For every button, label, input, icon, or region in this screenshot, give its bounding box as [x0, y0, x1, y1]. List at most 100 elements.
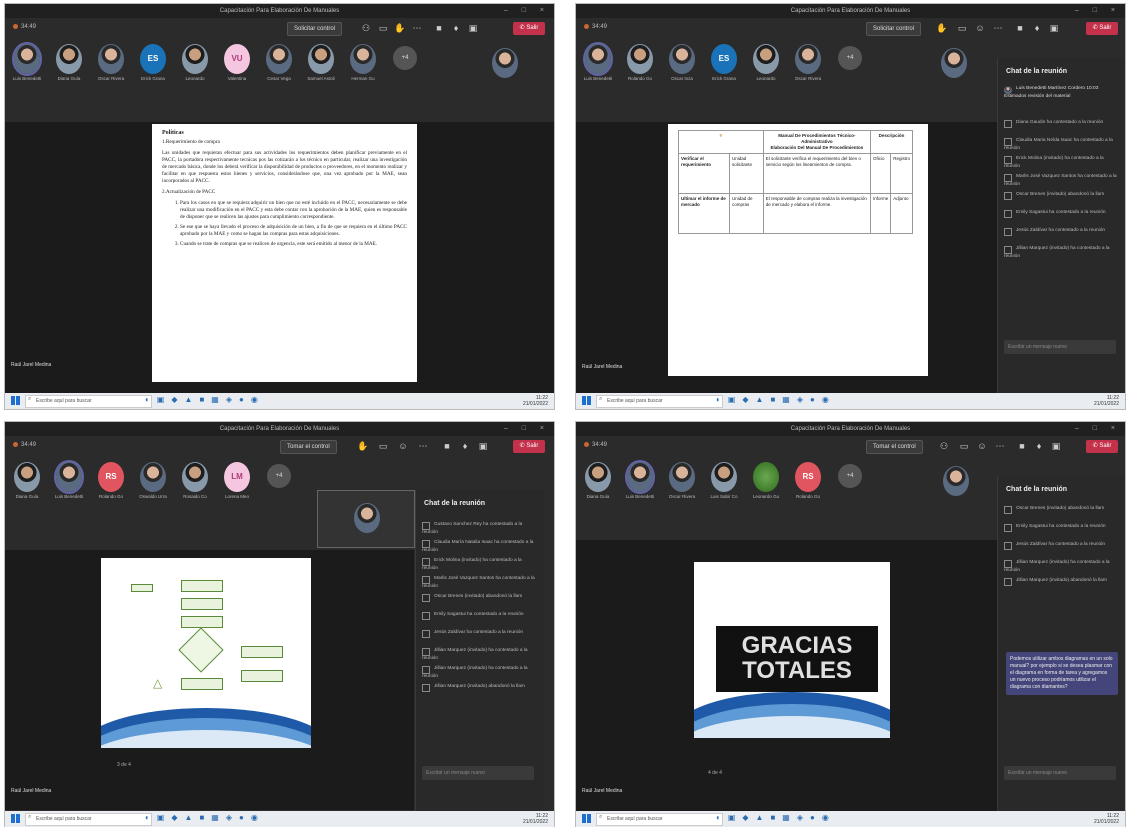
participant-tile[interactable]: Cesar Vega [259, 42, 299, 88]
chat-message-input[interactable]: Escribir un mensaje nuevo [422, 766, 534, 780]
chat-event: Emily Sagastui ha contestado a la reunió… [1004, 210, 1118, 218]
mic-icon[interactable]: ♦ [450, 23, 462, 33]
taskbar-apps[interactable]: ◐▣◆▲■▦◈●◉ [145, 395, 265, 404]
chat-icon[interactable]: ▭ [377, 441, 389, 452]
participant-tile[interactable]: Samuel Astoli [301, 42, 341, 88]
more-icon[interactable]: ⋯ [411, 23, 423, 34]
taskbar: Escribe aquí para buscar ⌕ ◐▣◆▲■▦◈●◉ 11:… [5, 393, 554, 409]
participant-tile[interactable]: Luis Benedetti [49, 460, 89, 506]
table-cell: Registro [890, 153, 913, 194]
more-icon[interactable]: ⋯ [994, 441, 1006, 452]
leave-button[interactable]: ✆ Salir [1086, 440, 1118, 453]
taskbar-search-input[interactable]: Escribe aquí para buscar [596, 813, 723, 826]
participant-tile[interactable]: Leonardo [746, 42, 786, 88]
request-control-button[interactable]: Solicitar control [866, 22, 922, 36]
chat-message-input[interactable]: Escribir un mensaje nuevo [1004, 340, 1116, 354]
reactions-icon[interactable]: ☺ [976, 441, 988, 451]
windows-start-icon[interactable] [11, 396, 20, 405]
share-icon[interactable]: ▣ [1048, 23, 1060, 34]
taskbar-search-input[interactable]: Escribe aquí para buscar [25, 395, 152, 408]
chat-event: Jesús Zaldívar ha contestado a la reunió… [1004, 228, 1118, 236]
more-participants-button[interactable]: +4 [267, 464, 291, 488]
clock[interactable]: 11:22 21/01/2022 [1094, 813, 1119, 825]
leave-button[interactable]: ✆ Salir [513, 440, 545, 453]
participant-tile[interactable]: Diana Guía [49, 42, 89, 88]
raise-hand-icon[interactable]: ✋ [936, 23, 948, 34]
participant-tile[interactable]: Oswaldo Urra [133, 460, 173, 506]
window-controls[interactable]: – □ × [504, 422, 550, 436]
window-controls[interactable]: – □ × [1075, 422, 1121, 436]
chat-message-input[interactable]: Escribir un mensaje nuevo [1004, 766, 1116, 780]
participant-tile[interactable]: Rosaido Co [175, 460, 215, 506]
windows-start-icon[interactable] [582, 396, 591, 405]
more-participants-button[interactable]: +4 [838, 46, 862, 70]
taskbar-apps[interactable]: ◐▣◆▲■▦◈●◉ [145, 813, 265, 822]
avatar [308, 44, 334, 74]
participant-tile[interactable]: Leonardo [175, 42, 215, 88]
participant-tile[interactable]: Rolando Go [620, 42, 660, 88]
people-icon[interactable]: ⚇ [938, 441, 950, 452]
more-icon[interactable]: ⋯ [417, 441, 429, 452]
chat-icon[interactable]: ▭ [956, 23, 968, 34]
participant-tile[interactable]: Oscar Rivera [788, 42, 828, 88]
request-control-button[interactable]: Solicitar control [287, 22, 343, 36]
participant-tile[interactable]: Luis Sabir Co [704, 460, 744, 506]
participant-tile[interactable]: Diana Guía [7, 460, 47, 506]
participant-tile[interactable]: LM Lorena Meo [217, 460, 257, 506]
taskbar-apps[interactable]: ◐▣◆▲■▦◈●◉ [716, 813, 836, 822]
reactions-icon[interactable]: ☺ [397, 441, 409, 451]
participant-tile[interactable]: Luis Benedetti [7, 42, 47, 88]
slide-title-box: GRACIAS TOTALES [716, 626, 878, 692]
slide-counter[interactable]: 4 de 4 [708, 770, 722, 776]
leave-button[interactable]: ✆ Salir [1086, 22, 1118, 35]
participant-tile[interactable]: RS Rolando Go [91, 460, 131, 506]
participant-tile[interactable]: ES Erick Grana [133, 42, 173, 88]
mic-icon[interactable]: ♦ [1033, 441, 1045, 451]
take-control-button[interactable]: Tomar el control [866, 440, 923, 454]
windows-start-icon[interactable] [11, 814, 20, 823]
windows-start-icon[interactable] [582, 814, 591, 823]
participant-tile[interactable]: RS Rolando Go [788, 460, 828, 506]
camera-icon[interactable]: ■ [1014, 23, 1026, 33]
taskbar-apps[interactable]: ◐▣◆▲■▦◈●◉ [716, 395, 836, 404]
participant-tile[interactable]: Oscar Inza [662, 42, 702, 88]
more-participants-button[interactable]: +4 [393, 46, 417, 70]
share-icon[interactable]: ▣ [1050, 441, 1062, 452]
people-icon[interactable]: ⚇ [360, 23, 372, 34]
participant-tile[interactable]: Leonardo Gu [746, 460, 786, 506]
participant-tile[interactable]: VU Valentina [217, 42, 257, 88]
share-icon[interactable]: ▣ [467, 23, 479, 34]
participant-tile[interactable]: Luis Benedetti [578, 42, 618, 88]
clock[interactable]: 11:22 21/01/2022 [523, 395, 548, 407]
mic-icon[interactable]: ♦ [1031, 23, 1043, 33]
participant-tile[interactable]: Herman Gu [343, 42, 383, 88]
window-controls[interactable]: – □ × [504, 4, 550, 18]
slide-counter[interactable]: 3 de 4 [117, 762, 131, 768]
camera-icon[interactable]: ■ [441, 441, 453, 451]
reactions-icon[interactable]: ☺ [974, 23, 986, 33]
window-controls[interactable]: – □ × [1075, 4, 1121, 18]
taskbar-search-input[interactable]: Escribe aquí para buscar [25, 813, 152, 826]
participant-name: Oscar Rivera [794, 76, 822, 81]
raise-hand-icon[interactable]: ✋ [357, 441, 369, 452]
participant-tile[interactable]: ES Erick Grana [704, 42, 744, 88]
camera-icon[interactable]: ■ [433, 23, 445, 33]
reactions-icon[interactable]: ✋ [394, 23, 406, 34]
more-participants-button[interactable]: +4 [838, 464, 862, 488]
participant-tile[interactable]: Oscar Rivera [91, 42, 131, 88]
clock[interactable]: 11:22 21/01/2022 [523, 813, 548, 825]
participant-tile[interactable]: Diana Guía [578, 460, 618, 506]
chat-event: Erick Molina (invitado) ha contestado a … [1004, 156, 1104, 169]
chat-icon[interactable]: ▭ [377, 23, 389, 34]
participant-tile[interactable]: Luis Benedetti [620, 460, 660, 506]
leave-button[interactable]: ✆ Salir [513, 22, 545, 35]
take-control-button[interactable]: Tomar el control [280, 440, 337, 454]
share-icon[interactable]: ▣ [477, 441, 489, 452]
clock[interactable]: 11:22 21/01/2022 [1094, 395, 1119, 407]
taskbar-search-input[interactable]: Escribe aquí para buscar [596, 395, 723, 408]
participant-tile[interactable]: Oscar Rivera [662, 460, 702, 506]
more-icon[interactable]: ⋯ [992, 23, 1004, 34]
chat-icon[interactable]: ▭ [958, 441, 970, 452]
camera-icon[interactable]: ■ [1016, 441, 1028, 451]
mic-icon[interactable]: ♦ [459, 441, 471, 451]
